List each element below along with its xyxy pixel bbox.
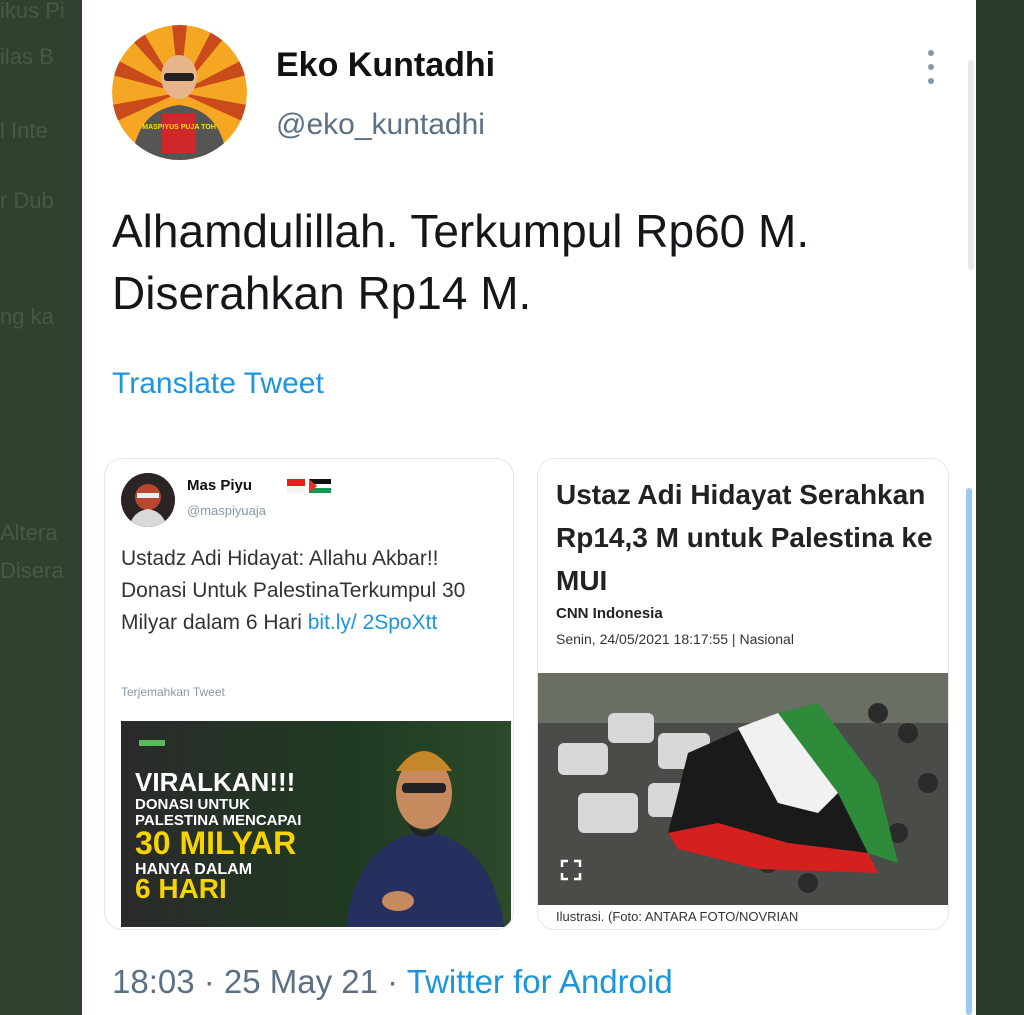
background-right-panel [976,0,1024,1015]
news-article-card[interactable]: Ustaz Adi Hidayat Serahkan Rp14,3 M untu… [537,458,949,930]
flag-icons [287,479,331,493]
avatar-shirt-text: MASPIYUS PUJA TOH [142,124,216,131]
promo-line: DONASI UNTUK [135,796,250,813]
ghost-text: ikus Pi [0,0,65,23]
ghost-text: ilas B [0,44,54,69]
more-vertical-icon[interactable] [926,50,936,90]
tweet-timestamp[interactable]: 18:03 · 25 May 21 · [112,963,407,1000]
photo-caption: Ilustrasi. (Foto: ANTARA FOTO/NOVRIAN [556,909,799,924]
ghost-text: r Dub [0,188,54,213]
promo-logo-icon [139,740,165,746]
ghost-text: ng ka [0,304,54,329]
tweet-metadata: 18:03 · 25 May 21 · Twitter for Android [112,963,673,1001]
author-avatar[interactable]: MASPIYUS PUJA TOH [112,25,247,160]
translate-tweet-link[interactable]: Translate Tweet [112,367,324,401]
article-photo [538,673,948,905]
article-headline: Ustaz Adi Hidayat Serahkan Rp14,3 M untu… [556,479,933,596]
embedded-translate-link: Terjemahkan Tweet [121,685,225,699]
author-name[interactable]: Eko Kuntadhi [276,46,495,85]
promo-amount: 30 MILYAR [135,825,297,861]
tweet-text-line: Diserahkan Rp14 M. [112,267,532,319]
ghost-text: Altera [0,520,58,545]
promo-duration: 6 HARI [135,873,227,904]
ghost-text: Disera [0,558,64,583]
ghost-text: l Inte [0,118,48,143]
tweet-card: MASPIYUS PUJA TOH Eko Kuntadhi @eko_kunt… [82,0,976,1015]
tweet-client-link[interactable]: Twitter for Android [407,963,673,1000]
scrollbar-track[interactable] [968,60,974,270]
preacher-photo [346,751,504,927]
embedded-author-name: Mas Piyu [187,477,253,494]
embedded-tweet-screenshot[interactable]: Mas Piyu @maspiyuaja Ustadz Adi Hidayat:… [104,458,514,930]
embedded-author-handle: @maspiyuaja [187,503,266,518]
donation-promo-image: VIRALKAN!!! DONASI UNTUK PALESTINA MENCAP… [121,721,511,927]
scrollbar-thumb[interactable] [966,488,972,1015]
article-dateline: Senin, 24/05/2021 18:17:55 | Nasional [556,631,794,647]
expand-icon[interactable] [560,859,582,881]
tweet-text: Alhamdulillah. Terkumpul Rp60 M. Diserah… [112,200,962,324]
author-handle[interactable]: @eko_kuntadhi [276,108,485,142]
background-left-panel: ikus Pi ilas B l Inte r Dub ng ka Altera… [0,0,82,1015]
embedded-short-link[interactable]: bit.ly/ 2SpoXtt [308,611,438,634]
promo-headline: VIRALKAN!!! [135,767,296,797]
embedded-tweet-text: Ustadz Adi Hidayat: Allahu Akbar!! Donas… [121,543,501,639]
tweet-text-line: Alhamdulillah. Terkumpul Rp60 M. [112,205,810,257]
article-source: CNN Indonesia [556,605,663,622]
embedded-author-avatar [121,473,175,527]
